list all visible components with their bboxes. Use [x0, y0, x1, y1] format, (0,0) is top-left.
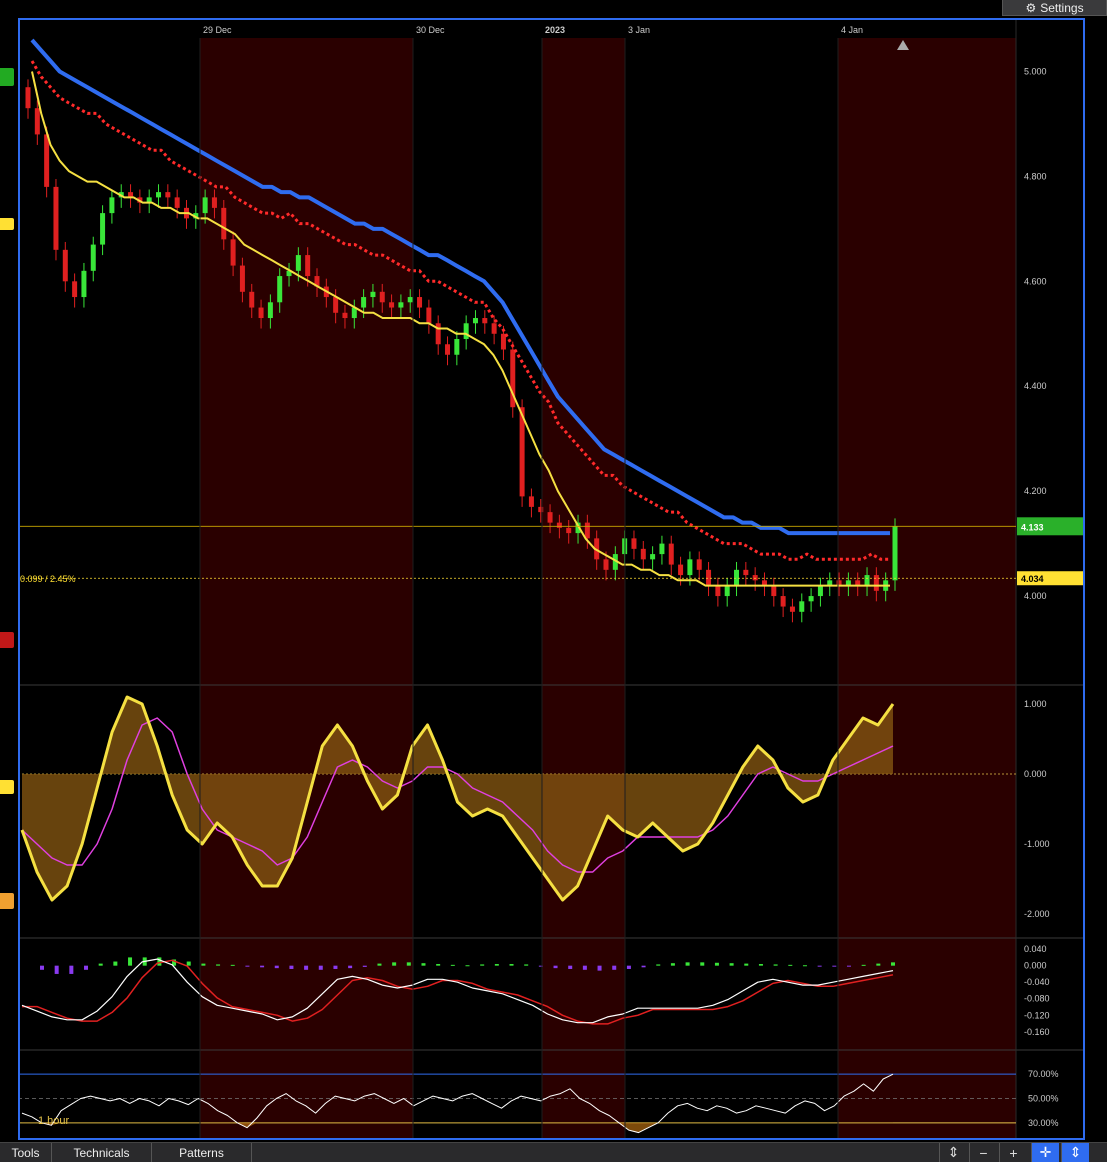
tab-tools[interactable]: Tools — [0, 1143, 52, 1162]
minus-icon: − — [979, 1144, 988, 1161]
tab-patterns-label: Patterns — [179, 1145, 224, 1160]
crosshair-icon: ✛ — [1039, 1144, 1052, 1160]
zoom-in-button[interactable]: + — [999, 1143, 1027, 1162]
plus-icon: + — [1009, 1144, 1018, 1161]
crosshair-move-button[interactable]: ⇕ — [939, 1143, 967, 1162]
zoom-out-button[interactable]: − — [969, 1143, 997, 1162]
fit-vertical-button[interactable]: ⇕ — [1061, 1143, 1089, 1162]
bottom-toolbar: Tools Technicals Patterns ⇕ − + ✛ ⇕ — [0, 1142, 1107, 1162]
tab-patterns[interactable]: Patterns — [152, 1143, 252, 1162]
chart-frame — [18, 18, 1085, 1140]
move-icon: ⇕ — [947, 1144, 960, 1160]
tab-technicals-label: Technicals — [73, 1145, 130, 1160]
crosshair-button[interactable]: ✛ — [1031, 1143, 1059, 1162]
tab-tools-label: Tools — [11, 1145, 40, 1160]
fit-icon: ⇕ — [1069, 1144, 1082, 1160]
tab-technicals[interactable]: Technicals — [52, 1143, 152, 1162]
